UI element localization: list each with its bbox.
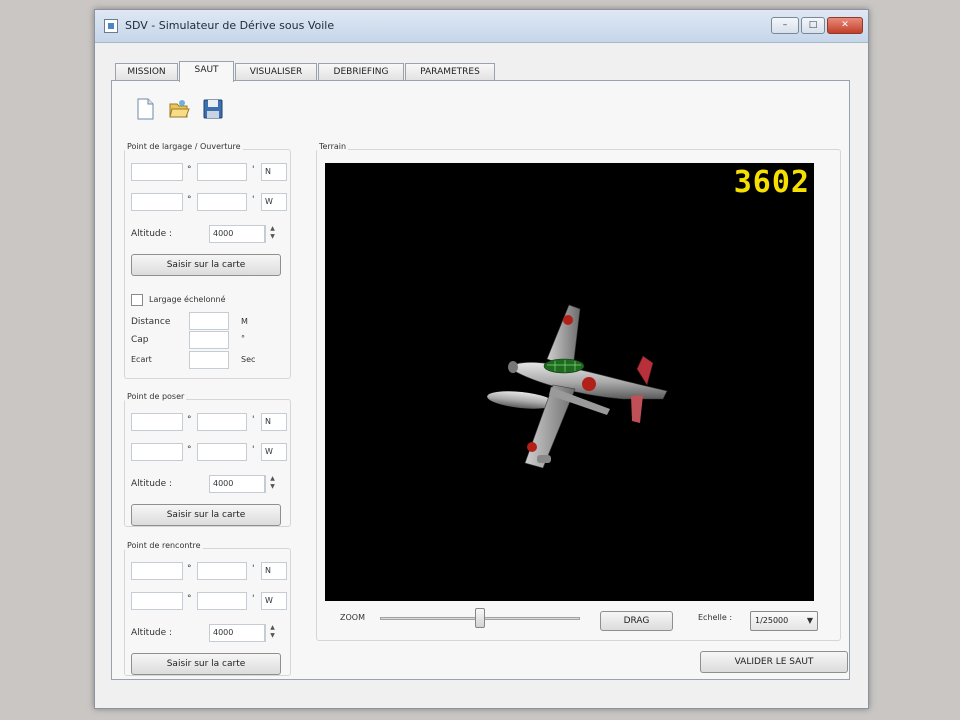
poser-lon-deg-mark: ° (187, 445, 192, 455)
poser-lat-deg-input[interactable] (131, 413, 183, 431)
title-bar[interactable]: SDV - Simulateur de Dérive sous Voile – … (95, 10, 868, 43)
rencontre-map-button[interactable]: Saisir sur la carte (131, 653, 281, 675)
largage-echelonne-label: Largage échelonné (149, 295, 226, 304)
largage-lat-min-input[interactable] (197, 163, 247, 181)
drag-button[interactable]: DRAG (600, 611, 673, 631)
zoom-label: ZOOM (340, 613, 365, 622)
new-file-icon[interactable] (134, 97, 156, 121)
rencontre-lon-min-mark: ' (252, 594, 255, 604)
rencontre-lat-dir[interactable]: N (261, 562, 287, 580)
chevron-down-icon: ▼ (806, 616, 813, 625)
saut-tab-panel: Point de largage / Ouverture ° ' N ° ' W… (111, 80, 850, 680)
validate-jump-button[interactable]: VALIDER LE SAUT (700, 651, 848, 673)
poser-group: Point de poser ° ' N ° ' W Altitude : 40… (124, 392, 291, 527)
tab-visualiser[interactable]: VISUALISER (235, 63, 317, 81)
largage-lon-min-mark: ' (252, 195, 255, 205)
close-button[interactable]: ✕ (827, 17, 863, 34)
rencontre-lat-deg-mark: ° (187, 564, 192, 574)
zoom-slider-thumb[interactable] (475, 608, 485, 628)
terrain-3d-viewport[interactable]: 3602 (325, 163, 814, 601)
poser-altitude-label: Altitude : (131, 479, 173, 489)
largage-altitude-input[interactable]: 4000 (209, 225, 265, 243)
largage-map-button[interactable]: Saisir sur la carte (131, 254, 281, 276)
poser-map-button[interactable]: Saisir sur la carte (131, 504, 281, 526)
largage-lat-deg-input[interactable] (131, 163, 183, 181)
rencontre-lon-dir[interactable]: W (261, 592, 287, 610)
largage-group-title: Point de largage / Ouverture (125, 142, 243, 151)
poser-lon-dir[interactable]: W (261, 443, 287, 461)
tab-saut[interactable]: SAUT (179, 61, 234, 82)
scale-select-value: 1/25000 (755, 616, 789, 625)
rencontre-lat-min-input[interactable] (197, 562, 247, 580)
app-window: SDV - Simulateur de Dérive sous Voile – … (94, 9, 869, 709)
terrain-group-title: Terrain (317, 142, 349, 151)
rencontre-altitude-label: Altitude : (131, 628, 173, 638)
largage-echelonne-checkbox[interactable] (131, 294, 143, 306)
cap-input[interactable] (189, 331, 229, 349)
largage-lon-deg-input[interactable] (131, 193, 183, 211)
poser-altitude-input[interactable]: 4000 (209, 475, 265, 493)
largage-lat-dir[interactable]: N (261, 163, 287, 181)
largage-lon-min-input[interactable] (197, 193, 247, 211)
tab-mission[interactable]: MISSION (115, 63, 178, 81)
poser-lat-deg-mark: ° (187, 415, 192, 425)
rencontre-lat-deg-input[interactable] (131, 562, 183, 580)
tab-debriefing[interactable]: DEBRIEFING (318, 63, 404, 81)
poser-lat-min-mark: ' (252, 415, 255, 425)
app-icon (104, 19, 118, 33)
rencontre-lon-deg-mark: ° (187, 594, 192, 604)
maximize-button[interactable]: □ (801, 17, 825, 34)
largage-altitude-label: Altitude : (131, 229, 173, 239)
poser-lat-dir[interactable]: N (261, 413, 287, 431)
save-disk-icon[interactable] (202, 97, 224, 121)
poser-lon-min-input[interactable] (197, 443, 247, 461)
rencontre-lon-min-input[interactable] (197, 592, 247, 610)
largage-group: Point de largage / Ouverture ° ' N ° ' W… (124, 142, 291, 379)
rencontre-group-title: Point de rencontre (125, 541, 203, 550)
open-folder-icon[interactable] (168, 97, 190, 121)
poser-altitude-spinner[interactable]: ▲ ▼ (265, 475, 279, 493)
distance-input[interactable] (189, 312, 229, 330)
cap-label: Cap (131, 335, 149, 345)
rencontre-lon-deg-input[interactable] (131, 592, 183, 610)
scale-select[interactable]: 1/25000 ▼ (750, 611, 818, 631)
distance-label: Distance (131, 317, 171, 327)
ecart-input[interactable] (189, 351, 229, 369)
rencontre-lat-min-mark: ' (252, 564, 255, 574)
poser-lat-min-input[interactable] (197, 413, 247, 431)
ecart-unit: Sec (241, 355, 256, 364)
largage-lat-min-mark: ' (252, 165, 255, 175)
poser-lon-deg-input[interactable] (131, 443, 183, 461)
largage-lon-deg-mark: ° (187, 195, 192, 205)
largage-lat-deg-mark: ° (187, 165, 192, 175)
aircraft-model-icon (487, 304, 668, 469)
tab-parametres[interactable]: PARAMETRES (405, 63, 495, 81)
ecart-label: Ecart (131, 355, 152, 364)
poser-group-title: Point de poser (125, 392, 187, 401)
cap-unit: ° (241, 334, 245, 343)
window-title: SDV - Simulateur de Dérive sous Voile (125, 19, 335, 32)
distance-unit: M (241, 317, 248, 326)
poser-lon-min-mark: ' (252, 445, 255, 455)
rencontre-group: Point de rencontre ° ' N ° ' W Altitude … (124, 541, 291, 676)
largage-lon-dir[interactable]: W (261, 193, 287, 211)
rencontre-altitude-input[interactable]: 4000 (209, 624, 265, 642)
minimize-button[interactable]: – (771, 17, 799, 34)
rencontre-altitude-spinner[interactable]: ▲ ▼ (265, 624, 279, 642)
scale-label: Echelle : (698, 613, 733, 622)
largage-altitude-spinner[interactable]: ▲ ▼ (265, 225, 279, 243)
